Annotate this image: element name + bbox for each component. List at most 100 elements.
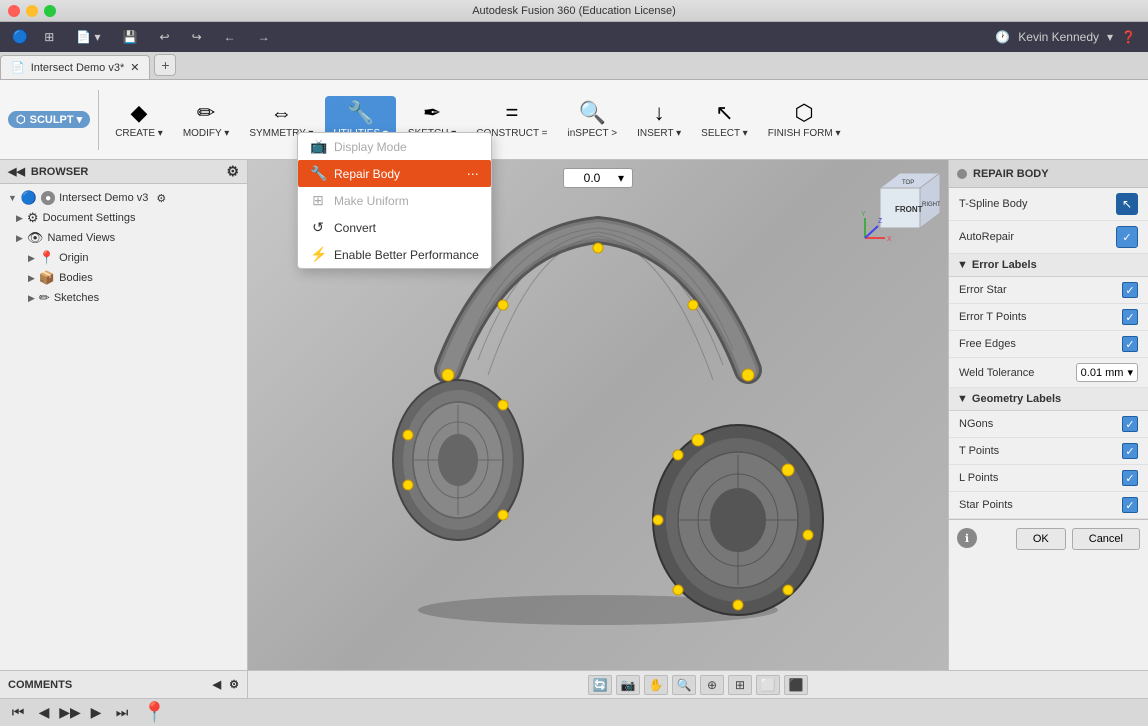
- browser-origin[interactable]: ▶ 📍 Origin: [0, 248, 247, 268]
- menu-file[interactable]: 📄 ▾: [70, 28, 106, 46]
- browser-collapse-icon[interactable]: ◀◀: [8, 165, 25, 178]
- browser-named-views[interactable]: ▶ 👁 Named Views: [0, 228, 247, 248]
- l-points-value: ✓: [1122, 470, 1138, 486]
- repair-body-panel: REPAIR BODY T-Spline Body ↖ AutoRepair ✓…: [948, 160, 1148, 670]
- view-cube[interactable]: FRONT TOP RIGHT X Y Z: [860, 168, 940, 248]
- play-btn[interactable]: ▶: [86, 703, 106, 723]
- autorepair-toggle[interactable]: ✓: [1116, 226, 1138, 248]
- help-icon[interactable]: ❓: [1121, 30, 1136, 44]
- create-label: CREATE ▾: [115, 128, 163, 139]
- close-button[interactable]: [8, 5, 20, 17]
- create-icon: ◆: [131, 100, 148, 126]
- geometry-labels-section[interactable]: ▼ Geometry Labels: [949, 388, 1148, 411]
- dropdown-enable-performance[interactable]: ⚡ Enable Better Performance: [298, 241, 491, 268]
- dropdown-convert[interactable]: ↺ Convert: [298, 214, 491, 241]
- browser-settings-icon[interactable]: ⚙: [226, 163, 239, 180]
- inspect-btn[interactable]: 🔍 inSPECT >: [560, 96, 626, 143]
- weld-tolerance-label: Weld Tolerance: [959, 367, 1070, 379]
- error-star-checkbox[interactable]: ✓: [1122, 282, 1138, 298]
- error-star-label: Error Star: [959, 284, 1116, 296]
- dropdown-display-mode[interactable]: 📺 Display Mode: [298, 133, 491, 160]
- playback-bar: ⏮ ◀ ▶▶ ▶ ⏭ 📍: [0, 698, 1148, 726]
- browser-root-item[interactable]: ▼ 🔵 ● Intersect Demo v3 ⚙: [0, 188, 247, 208]
- make-uniform-icon: ⊞: [310, 192, 326, 209]
- menu-undo[interactable]: ↩: [154, 28, 176, 46]
- tab-close-icon[interactable]: ✕: [130, 61, 139, 74]
- ngons-label: NGons: [959, 418, 1116, 430]
- enable-performance-label: Enable Better Performance: [334, 248, 479, 262]
- sketch-icon: ✒: [423, 100, 441, 126]
- root-settings-icon[interactable]: ⚙: [156, 192, 166, 205]
- modify-btn[interactable]: ✏ MODIFY ▾: [175, 96, 238, 143]
- new-tab-button[interactable]: +: [154, 54, 176, 76]
- free-edges-value: ✓: [1122, 336, 1138, 352]
- t-points-label: T Points: [959, 445, 1116, 457]
- t-points-checkbox[interactable]: ✓: [1122, 443, 1138, 459]
- finish-form-btn[interactable]: ⬡ FINISH FORM ▾: [760, 96, 849, 143]
- browser-header: ◀◀ BROWSER ⚙: [0, 160, 247, 184]
- tspline-label: T-Spline Body: [959, 198, 1110, 210]
- browser-doc-settings[interactable]: ▶ ⚙ Document Settings: [0, 208, 247, 228]
- l-points-label: L Points: [959, 472, 1116, 484]
- timeline-marker[interactable]: 📍: [142, 700, 167, 725]
- comments-label: COMMENTS: [8, 679, 72, 691]
- weld-tolerance-arrow: ▾: [1127, 366, 1133, 379]
- coord-field[interactable]: 0.0: [572, 171, 612, 185]
- rewind-btn[interactable]: ⏮: [8, 703, 28, 723]
- weld-tolerance-select[interactable]: 0.01 mm ▾: [1076, 363, 1138, 382]
- coord-dropdown-icon[interactable]: ▾: [618, 171, 624, 185]
- minimize-button[interactable]: [26, 5, 38, 17]
- ngons-checkbox[interactable]: ✓: [1122, 416, 1138, 432]
- menu-save[interactable]: 💾: [117, 28, 144, 46]
- free-edges-checkbox[interactable]: ✓: [1122, 336, 1138, 352]
- tspline-select-btn[interactable]: ↖: [1116, 193, 1138, 215]
- dropdown-make-uniform[interactable]: ⊞ Make Uniform: [298, 187, 491, 214]
- dropdown-repair-body[interactable]: 🔧 Repair Body ⋯: [298, 160, 491, 187]
- info-button[interactable]: ℹ: [957, 528, 977, 548]
- bodies-label: Bodies: [59, 272, 93, 284]
- sculpt-badge[interactable]: ⬡ SCULPT ▾: [8, 111, 90, 128]
- menu-back[interactable]: ←: [218, 28, 242, 46]
- error-labels-section[interactable]: ▼ Error Labels: [949, 254, 1148, 277]
- app-logo: 🔵: [12, 29, 28, 45]
- comments-settings-icon[interactable]: ⚙: [229, 678, 239, 691]
- t-points-value: ✓: [1122, 443, 1138, 459]
- select-btn[interactable]: ↖ SELECT ▾: [693, 96, 756, 143]
- user-name[interactable]: Kevin Kennedy: [1018, 30, 1099, 44]
- browser-sketches[interactable]: ▶ ✏ Sketches: [0, 288, 247, 308]
- create-btn[interactable]: ◆ CREATE ▾: [107, 96, 171, 143]
- named-views-label: Named Views: [47, 232, 115, 244]
- repair-panel-header: REPAIR BODY: [949, 160, 1148, 188]
- menu-forward[interactable]: →: [252, 28, 276, 46]
- bodies-icon: 📦: [39, 270, 55, 286]
- cancel-button[interactable]: Cancel: [1072, 528, 1140, 550]
- tspline-row: T-Spline Body ↖: [949, 188, 1148, 221]
- star-points-checkbox[interactable]: ✓: [1122, 497, 1138, 513]
- insert-btn[interactable]: ↓ INSERT ▾: [629, 96, 689, 143]
- ok-button[interactable]: OK: [1016, 528, 1066, 550]
- comments-expand-icon[interactable]: ◀: [213, 678, 221, 691]
- menu-apps[interactable]: ⊞: [38, 28, 60, 46]
- menu-redo[interactable]: ↪: [186, 28, 208, 46]
- browser-bodies[interactable]: ▶ 📦 Bodies: [0, 268, 247, 288]
- error-tpoints-checkbox[interactable]: ✓: [1122, 309, 1138, 325]
- step-forward-btn[interactable]: ⏭: [112, 703, 132, 723]
- svg-text:RIGHT: RIGHT: [922, 202, 940, 208]
- header-bar: 🔵 ⊞ 📄 ▾ 💾 ↩ ↪ ← → 🕐 Kevin Kennedy ▾ ❓: [0, 22, 1148, 52]
- step-back-btn[interactable]: ◀: [34, 703, 54, 723]
- utilities-dropdown: 📺 Display Mode 🔧 Repair Body ⋯ ⊞ Make Un…: [297, 132, 492, 269]
- active-tab[interactable]: 📄 Intersect Demo v3* ✕: [0, 55, 150, 79]
- root-expand-arrow: ▼: [8, 193, 17, 203]
- display-mode-icon: 📺: [310, 138, 326, 155]
- doc-settings-label: Document Settings: [43, 212, 136, 224]
- origin-arrow: ▶: [28, 253, 35, 264]
- fast-forward-btn[interactable]: ▶▶: [60, 703, 80, 723]
- finish-form-icon: ⬡: [794, 100, 813, 126]
- user-menu-arrow[interactable]: ▾: [1107, 30, 1113, 44]
- repair-body-more-icon: ⋯: [467, 167, 479, 181]
- maximize-button[interactable]: [44, 5, 56, 17]
- svg-text:Y: Y: [861, 211, 866, 218]
- repair-body-label: Repair Body: [334, 167, 400, 181]
- l-points-checkbox[interactable]: ✓: [1122, 470, 1138, 486]
- origin-icon: 📍: [39, 250, 55, 266]
